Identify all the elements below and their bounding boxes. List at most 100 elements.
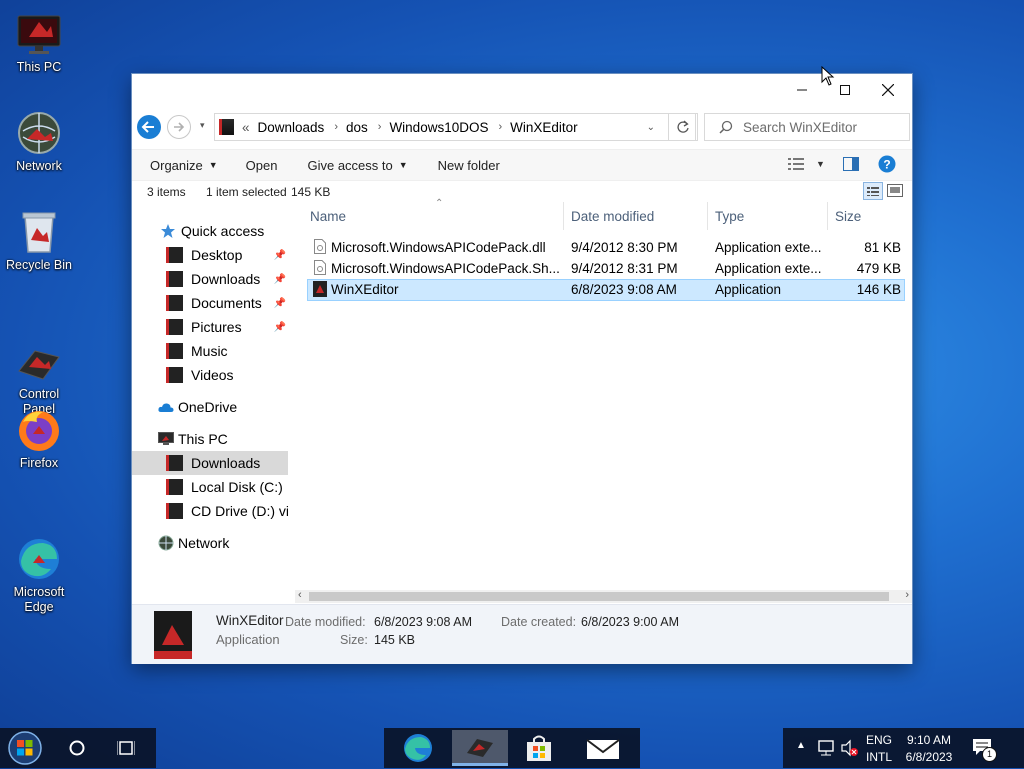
language-code: ENG: [865, 733, 892, 747]
recycle-bin-icon: [15, 208, 63, 256]
action-center-button[interactable]: 1: [972, 738, 997, 762]
taskbar-store-button[interactable]: [524, 733, 554, 766]
preview-pane-button[interactable]: [843, 157, 859, 174]
pin-icon[interactable]: 📌: [274, 274, 286, 285]
address-overflow[interactable]: «: [242, 120, 250, 135]
address-segment-windows10dos[interactable]: Windows10DOS: [389, 120, 488, 135]
column-label: Date modified: [571, 208, 655, 224]
refresh-button[interactable]: [668, 113, 698, 141]
desktop-icon-firefox[interactable]: Firefox: [2, 400, 76, 471]
close-button[interactable]: [866, 74, 910, 106]
chevron-right-icon[interactable]: ›: [498, 121, 502, 133]
desktop-icon-label: Recycle Bin: [6, 258, 72, 272]
nav-quick-documents[interactable]: Documents 📌: [166, 291, 288, 315]
desktop-icon-edge[interactable]: Microsoft Edge: [2, 499, 76, 630]
address-dropdown-chevron-icon[interactable]: ⌄: [647, 122, 655, 133]
details-view-icon: [867, 187, 879, 196]
desktop-icon-recycle-bin[interactable]: Recycle Bin: [2, 202, 76, 273]
horizontal-scrollbar[interactable]: ‹ ›: [295, 589, 912, 603]
taskbar-explorer-button[interactable]: [452, 730, 508, 766]
pin-icon[interactable]: 📌: [274, 250, 286, 261]
control-panel-icon: [15, 322, 63, 380]
notification-count-badge: 1: [982, 747, 997, 762]
column-label: Name: [310, 208, 347, 224]
clock[interactable]: 9:10 AM 6/8/2023: [900, 733, 958, 764]
title-bar[interactable]: [132, 74, 912, 106]
status-bar: 3 items 1 item selected 145 KB: [132, 180, 912, 202]
taskbar: ▲ ENG INTL 9:10 AM 6/8/2023 1: [0, 728, 1024, 768]
nav-pc-downloads[interactable]: Downloads: [132, 451, 288, 475]
minimize-button[interactable]: [780, 74, 824, 106]
open-button[interactable]: Open: [246, 158, 278, 173]
column-header-date[interactable]: Date modified: [571, 202, 654, 230]
details-file-kind: Application: [216, 632, 280, 647]
nav-quick-desktop[interactable]: Desktop 📌: [166, 243, 288, 267]
details-view-button[interactable]: [863, 182, 883, 200]
help-button[interactable]: ?: [878, 155, 896, 176]
column-header-name[interactable]: Name: [310, 202, 346, 230]
nav-label: Documents: [191, 295, 262, 311]
column-header-type[interactable]: Type: [715, 202, 744, 230]
scroll-left-icon[interactable]: ‹: [298, 589, 302, 601]
large-icons-view-button[interactable]: [887, 184, 903, 200]
taskbar-mail-button[interactable]: [586, 736, 620, 763]
details-file-name: WinXEditor: [216, 613, 284, 628]
input-language[interactable]: ENG INTL: [865, 733, 893, 764]
taskbar-edge-button[interactable]: [402, 732, 434, 767]
desktop-icon-this-pc[interactable]: This PC: [2, 4, 76, 75]
network-status-icon[interactable]: [817, 740, 835, 756]
nav-quick-pictures[interactable]: Pictures 📌: [166, 315, 288, 339]
search-box[interactable]: Search WinXEditor: [704, 113, 910, 141]
nav-quick-downloads[interactable]: Downloads 📌: [166, 267, 288, 291]
chevron-right-icon[interactable]: ›: [378, 121, 382, 133]
details-date-created-label: Date created:: [501, 615, 577, 629]
scrollbar-thumb[interactable]: [309, 592, 889, 601]
pin-icon[interactable]: 📌: [274, 298, 286, 309]
forward-button[interactable]: [167, 115, 191, 139]
address-segment-downloads[interactable]: Downloads: [258, 120, 325, 135]
music-folder-icon: [166, 343, 183, 359]
start-button[interactable]: [6, 730, 44, 769]
file-date: 9/4/2012 8:30 PM: [571, 240, 678, 255]
desktop-icon-label: This PC: [16, 60, 62, 74]
search-button[interactable]: [69, 740, 85, 759]
pin-icon[interactable]: 📌: [274, 322, 286, 333]
chevron-right-icon[interactable]: ›: [334, 121, 338, 133]
file-row[interactable]: Microsoft.WindowsAPICodePack.dll 9/4/201…: [307, 238, 905, 258]
volume-muted-icon[interactable]: [840, 739, 858, 757]
nav-quick-videos[interactable]: Videos: [166, 363, 288, 387]
column-divider[interactable]: [707, 202, 708, 230]
nav-pc-local-disk[interactable]: Local Disk (C:): [166, 475, 288, 499]
clock-time: 9:10 AM: [906, 733, 952, 747]
details-pane: WinXEditor Application Date modified: 6/…: [132, 604, 912, 664]
search-input[interactable]: Search WinXEditor: [743, 120, 857, 135]
column-divider[interactable]: [563, 202, 564, 230]
task-view-button[interactable]: [116, 739, 136, 760]
organize-button[interactable]: Organize ▼: [150, 158, 218, 173]
nav-quick-access[interactable]: Quick access: [160, 219, 316, 243]
nav-onedrive[interactable]: OneDrive: [158, 395, 288, 419]
change-view-button[interactable]: ▼: [788, 158, 825, 170]
give-access-button[interactable]: Give access to ▼: [307, 158, 407, 173]
desktop-icon-network[interactable]: Network: [2, 103, 76, 174]
scroll-right-icon[interactable]: ›: [905, 589, 909, 601]
recent-locations-chevron-icon[interactable]: ▾: [200, 120, 205, 131]
column-header-size[interactable]: Size: [835, 202, 861, 230]
address-segment-winxeditor[interactable]: WinXEditor: [510, 120, 578, 135]
nav-this-pc[interactable]: This PC: [158, 427, 288, 451]
nav-network[interactable]: Network: [158, 531, 288, 555]
nav-quick-music[interactable]: Music: [166, 339, 288, 363]
back-button[interactable]: [137, 115, 161, 139]
address-bar[interactable]: « Downloads › dos › Windows10DOS › WinXE…: [214, 113, 696, 141]
show-hidden-icons-chevron-icon[interactable]: ▲: [796, 740, 806, 751]
nav-label: Pictures: [191, 319, 242, 335]
file-row[interactable]: Microsoft.WindowsAPICodePack.Sh... 9/4/2…: [307, 259, 905, 279]
address-segment-dos[interactable]: dos: [346, 120, 368, 135]
new-folder-button[interactable]: New folder: [438, 158, 500, 173]
details-date-modified-label: Date modified:: [285, 615, 366, 629]
file-row-selected[interactable]: WinXEditor 6/8/2023 9:08 AM Application …: [307, 279, 905, 301]
globe-icon: [15, 109, 63, 157]
downloads-folder-icon: [166, 271, 183, 287]
nav-pc-cd-drive[interactable]: CD Drive (D:) virtio: [166, 499, 288, 523]
column-divider[interactable]: [827, 202, 828, 230]
